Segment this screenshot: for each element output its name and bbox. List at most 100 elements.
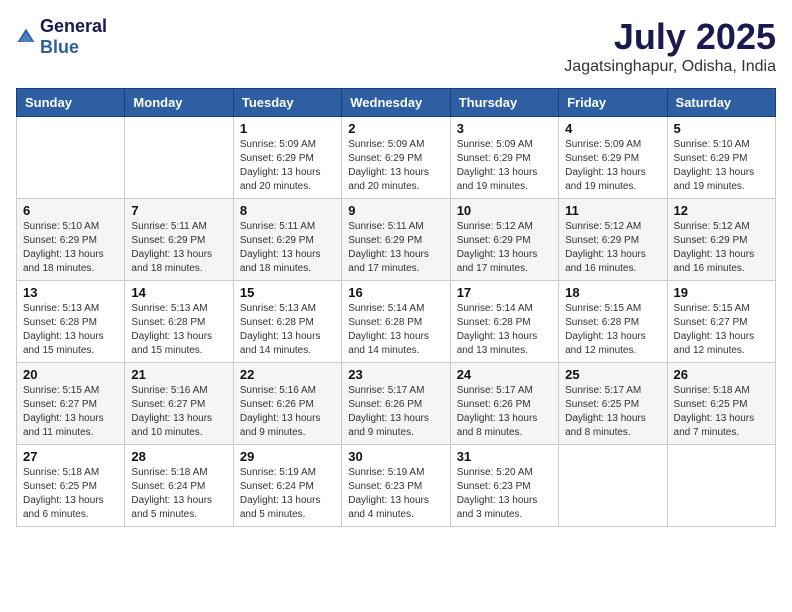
calendar-cell: 7Sunrise: 5:11 AM Sunset: 6:29 PM Daylig…: [125, 199, 233, 281]
cell-content: Sunrise: 5:20 AM Sunset: 6:23 PM Dayligh…: [457, 466, 552, 522]
location-subtitle: Jagatsinghapur, Odisha, India: [564, 58, 776, 76]
day-number: 28: [131, 449, 226, 464]
day-number: 4: [565, 121, 660, 136]
cell-content: Sunrise: 5:17 AM Sunset: 6:26 PM Dayligh…: [348, 384, 443, 440]
cell-content: Sunrise: 5:09 AM Sunset: 6:29 PM Dayligh…: [565, 138, 660, 194]
cell-content: Sunrise: 5:18 AM Sunset: 6:24 PM Dayligh…: [131, 466, 226, 522]
calendar-table: SundayMondayTuesdayWednesdayThursdayFrid…: [16, 88, 776, 527]
cell-content: Sunrise: 5:15 AM Sunset: 6:27 PM Dayligh…: [674, 302, 769, 358]
logo-blue: Blue: [40, 37, 79, 57]
logo-text: General Blue: [40, 16, 107, 58]
day-number: 20: [23, 367, 118, 382]
cell-content: Sunrise: 5:19 AM Sunset: 6:23 PM Dayligh…: [348, 466, 443, 522]
day-number: 9: [348, 203, 443, 218]
calendar-cell: 17 Sunrise: 5:14 AM Sunset: 6:28 PM Dayli…: [450, 281, 558, 363]
calendar-cell: 11 Sunrise: 5:12 AM Sunset: 6:29 PM Dayli…: [559, 199, 667, 281]
calendar-week-1: 1 Sunrise: 5:09 AM Sunset: 6:29 PM Daylig…: [17, 117, 776, 199]
cell-content: Sunrise: 5:12 AM Sunset: 6:29 PM Dayligh…: [674, 220, 769, 276]
calendar-cell: 15 Sunrise: 5:13 AM Sunset: 6:28 PM Dayli…: [233, 281, 341, 363]
month-year-title: July 2025: [564, 16, 776, 58]
calendar-cell: 14Sunrise: 5:13 AM Sunset: 6:28 PM Dayli…: [125, 281, 233, 363]
cell-content: Sunrise: 5:16 AM Sunset: 6:27 PM Dayligh…: [131, 384, 226, 440]
calendar-week-3: 13 Sunrise: 5:13 AM Sunset: 6:28 PM Dayli…: [17, 281, 776, 363]
calendar-cell: 24Sunrise: 5:17 AM Sunset: 6:26 PM Dayli…: [450, 363, 558, 445]
calendar-cell: 19Sunrise: 5:15 AM Sunset: 6:27 PM Dayli…: [667, 281, 775, 363]
cell-content: Sunrise: 5:11 AM Sunset: 6:29 PM Dayligh…: [348, 220, 443, 276]
cell-content: Sunrise: 5:12 AM Sunset: 6:29 PM Dayligh…: [457, 220, 552, 276]
day-number: 17: [457, 285, 552, 300]
cell-content: Sunrise: 5:09 AM Sunset: 6:29 PM Dayligh…: [240, 138, 335, 194]
day-number: 26: [674, 367, 769, 382]
calendar-cell: 26 Sunrise: 5:18 AM Sunset: 6:25 PM Dayli…: [667, 363, 775, 445]
day-number: 31: [457, 449, 552, 464]
cell-content: Sunrise: 5:14 AM Sunset: 6:28 PM Dayligh…: [457, 302, 552, 358]
cell-content: Sunrise: 5:11 AM Sunset: 6:29 PM Dayligh…: [131, 220, 226, 276]
calendar-cell: 29 Sunrise: 5:19 AM Sunset: 6:24 PM Dayli…: [233, 445, 341, 527]
title-area: July 2025 Jagatsinghapur, Odisha, India: [564, 16, 776, 76]
calendar-cell: 5Sunrise: 5:10 AM Sunset: 6:29 PM Daylig…: [667, 117, 775, 199]
cell-content: Sunrise: 5:13 AM Sunset: 6:28 PM Dayligh…: [240, 302, 335, 358]
day-header-saturday: Saturday: [667, 89, 775, 117]
day-number: 13: [23, 285, 118, 300]
calendar-cell: 6Sunrise: 5:10 AM Sunset: 6:29 PM Daylig…: [17, 199, 125, 281]
day-header-tuesday: Tuesday: [233, 89, 341, 117]
cell-content: Sunrise: 5:19 AM Sunset: 6:24 PM Dayligh…: [240, 466, 335, 522]
day-number: 3: [457, 121, 552, 136]
calendar-cell: 9 Sunrise: 5:11 AM Sunset: 6:29 PM Daylig…: [342, 199, 450, 281]
day-number: 12: [674, 203, 769, 218]
day-number: 2: [348, 121, 443, 136]
calendar-header: SundayMondayTuesdayWednesdayThursdayFrid…: [17, 89, 776, 117]
logo-icon: [16, 27, 36, 47]
calendar-cell: 8 Sunrise: 5:11 AM Sunset: 6:29 PM Daylig…: [233, 199, 341, 281]
cell-content: Sunrise: 5:10 AM Sunset: 6:29 PM Dayligh…: [23, 220, 118, 276]
calendar-cell: 3 Sunrise: 5:09 AM Sunset: 6:29 PM Daylig…: [450, 117, 558, 199]
calendar-cell: 25Sunrise: 5:17 AM Sunset: 6:25 PM Dayli…: [559, 363, 667, 445]
cell-content: Sunrise: 5:11 AM Sunset: 6:29 PM Dayligh…: [240, 220, 335, 276]
calendar-cell: 4 Sunrise: 5:09 AM Sunset: 6:29 PM Daylig…: [559, 117, 667, 199]
calendar-cell: [667, 445, 775, 527]
day-number: 10: [457, 203, 552, 218]
header-row: SundayMondayTuesdayWednesdayThursdayFrid…: [17, 89, 776, 117]
cell-content: Sunrise: 5:18 AM Sunset: 6:25 PM Dayligh…: [674, 384, 769, 440]
day-number: 11: [565, 203, 660, 218]
day-number: 15: [240, 285, 335, 300]
calendar-cell: [17, 117, 125, 199]
calendar-cell: 28 Sunrise: 5:18 AM Sunset: 6:24 PM Dayli…: [125, 445, 233, 527]
cell-content: Sunrise: 5:09 AM Sunset: 6:29 PM Dayligh…: [348, 138, 443, 194]
calendar-cell: 2 Sunrise: 5:09 AM Sunset: 6:29 PM Daylig…: [342, 117, 450, 199]
day-number: 29: [240, 449, 335, 464]
calendar-cell: 31 Sunrise: 5:20 AM Sunset: 6:23 PM Dayli…: [450, 445, 558, 527]
day-number: 1: [240, 121, 335, 136]
calendar-cell: 18Sunrise: 5:15 AM Sunset: 6:28 PM Dayli…: [559, 281, 667, 363]
day-header-friday: Friday: [559, 89, 667, 117]
cell-content: Sunrise: 5:13 AM Sunset: 6:28 PM Dayligh…: [131, 302, 226, 358]
day-number: 30: [348, 449, 443, 464]
day-header-thursday: Thursday: [450, 89, 558, 117]
calendar-cell: [559, 445, 667, 527]
calendar-week-5: 27Sunrise: 5:18 AM Sunset: 6:25 PM Dayli…: [17, 445, 776, 527]
calendar-cell: 27Sunrise: 5:18 AM Sunset: 6:25 PM Dayli…: [17, 445, 125, 527]
calendar-cell: 30 Sunrise: 5:19 AM Sunset: 6:23 PM Dayli…: [342, 445, 450, 527]
header: General Blue July 2025 Jagatsinghapur, O…: [16, 16, 776, 76]
day-number: 24: [457, 367, 552, 382]
calendar-cell: 10 Sunrise: 5:12 AM Sunset: 6:29 PM Dayli…: [450, 199, 558, 281]
day-number: 22: [240, 367, 335, 382]
cell-content: Sunrise: 5:18 AM Sunset: 6:25 PM Dayligh…: [23, 466, 118, 522]
calendar-week-2: 6Sunrise: 5:10 AM Sunset: 6:29 PM Daylig…: [17, 199, 776, 281]
calendar-cell: 23 Sunrise: 5:17 AM Sunset: 6:26 PM Dayli…: [342, 363, 450, 445]
calendar-cell: [125, 117, 233, 199]
day-header-sunday: Sunday: [17, 89, 125, 117]
day-number: 23: [348, 367, 443, 382]
cell-content: Sunrise: 5:09 AM Sunset: 6:29 PM Dayligh…: [457, 138, 552, 194]
calendar-cell: 21 Sunrise: 5:16 AM Sunset: 6:27 PM Dayli…: [125, 363, 233, 445]
day-number: 8: [240, 203, 335, 218]
day-header-wednesday: Wednesday: [342, 89, 450, 117]
calendar-cell: 1 Sunrise: 5:09 AM Sunset: 6:29 PM Daylig…: [233, 117, 341, 199]
calendar-cell: 16Sunrise: 5:14 AM Sunset: 6:28 PM Dayli…: [342, 281, 450, 363]
logo-general: General: [40, 16, 107, 36]
day-number: 21: [131, 367, 226, 382]
calendar-body: 1 Sunrise: 5:09 AM Sunset: 6:29 PM Daylig…: [17, 117, 776, 527]
day-header-monday: Monday: [125, 89, 233, 117]
cell-content: Sunrise: 5:12 AM Sunset: 6:29 PM Dayligh…: [565, 220, 660, 276]
cell-content: Sunrise: 5:10 AM Sunset: 6:29 PM Dayligh…: [674, 138, 769, 194]
